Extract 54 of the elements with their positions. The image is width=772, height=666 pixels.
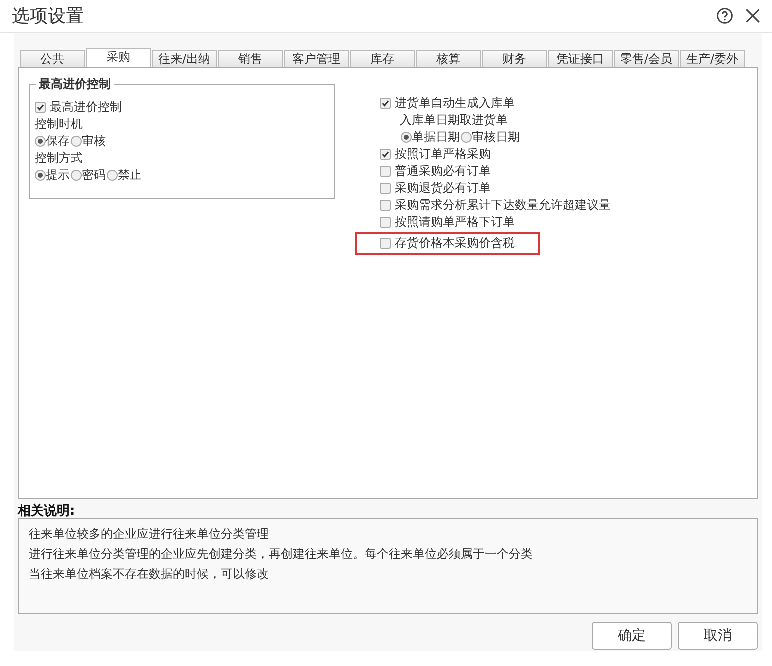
- tab[interactable]: 零售/会员: [614, 50, 679, 67]
- dialog-button[interactable]: 确定: [592, 622, 672, 650]
- checkbox[interactable]: [380, 149, 391, 160]
- description-line: 往来单位较多的企业应进行往来单位分类管理: [29, 526, 270, 543]
- radio-label: 密码: [82, 167, 106, 184]
- radio-button[interactable]: [35, 136, 46, 147]
- checkbox[interactable]: [380, 98, 391, 109]
- radio-label: 保存: [46, 133, 70, 150]
- description-line: 进行往来单位分类管理的企业应先创建分类，再创建往来单位。每个往来单位必须属于一个分类: [29, 546, 534, 563]
- radio-label: 审核: [82, 133, 106, 150]
- radio-button[interactable]: [461, 132, 472, 143]
- radio-button[interactable]: [401, 132, 412, 143]
- radio-button[interactable]: [71, 136, 82, 147]
- group-title: 最高进价控制: [36, 76, 114, 93]
- help-icon[interactable]: [716, 7, 734, 25]
- radio-button[interactable]: [35, 170, 46, 181]
- checkbox[interactable]: [380, 200, 391, 211]
- checkbox-label: 存货价格本采购价含税: [395, 235, 515, 252]
- radio-label: 审核日期: [472, 129, 520, 146]
- window-title: 选项设置: [12, 5, 84, 28]
- tab[interactable]: 凭证接口: [548, 50, 613, 67]
- tab[interactable]: 往来/出纳: [152, 50, 217, 67]
- tab[interactable]: 采购: [86, 48, 151, 67]
- checkbox-label: 按照订单严格采购: [395, 146, 491, 163]
- checkbox[interactable]: [380, 166, 391, 177]
- checkbox[interactable]: [380, 217, 391, 228]
- radio-button[interactable]: [107, 170, 118, 181]
- tab[interactable]: 客户管理: [284, 50, 349, 67]
- tab[interactable]: 销售: [218, 50, 283, 67]
- checkbox[interactable]: [380, 183, 391, 194]
- radio-label: 禁止: [118, 167, 142, 184]
- close-icon[interactable]: [744, 7, 762, 25]
- checkbox-label: 最高进价控制: [50, 99, 122, 116]
- description-title: 相关说明:: [18, 502, 76, 518]
- tab[interactable]: 库存: [350, 50, 415, 67]
- tab[interactable]: 公共: [20, 50, 85, 67]
- checkbox[interactable]: [380, 238, 391, 249]
- checkbox-label: 按照请购单严格下订单: [395, 214, 515, 231]
- checkbox-label: 采购退货必有订单: [395, 180, 491, 197]
- dialog-button[interactable]: 取消: [678, 622, 758, 650]
- tab[interactable]: 生产/委外: [680, 50, 745, 67]
- field-label: 控制时机: [35, 116, 83, 133]
- checkbox-label: 采购需求分析累计下达数量允许超建议量: [395, 197, 611, 214]
- field-label: 入库单日期取进货单: [400, 112, 508, 129]
- description-line: 当往来单位档案不存在数据的时候，可以修改: [29, 566, 270, 583]
- tab[interactable]: 财务: [482, 50, 547, 67]
- tab[interactable]: 核算: [416, 50, 481, 67]
- checkbox-label: 普通采购必有订单: [395, 163, 491, 180]
- radio-label: 提示: [46, 167, 70, 184]
- checkbox[interactable]: [35, 102, 46, 113]
- checkbox-label: 进货单自动生成入库单: [395, 95, 515, 112]
- radio-button[interactable]: [71, 170, 82, 181]
- radio-label: 单据日期: [412, 129, 460, 146]
- field-label: 控制方式: [35, 150, 83, 167]
